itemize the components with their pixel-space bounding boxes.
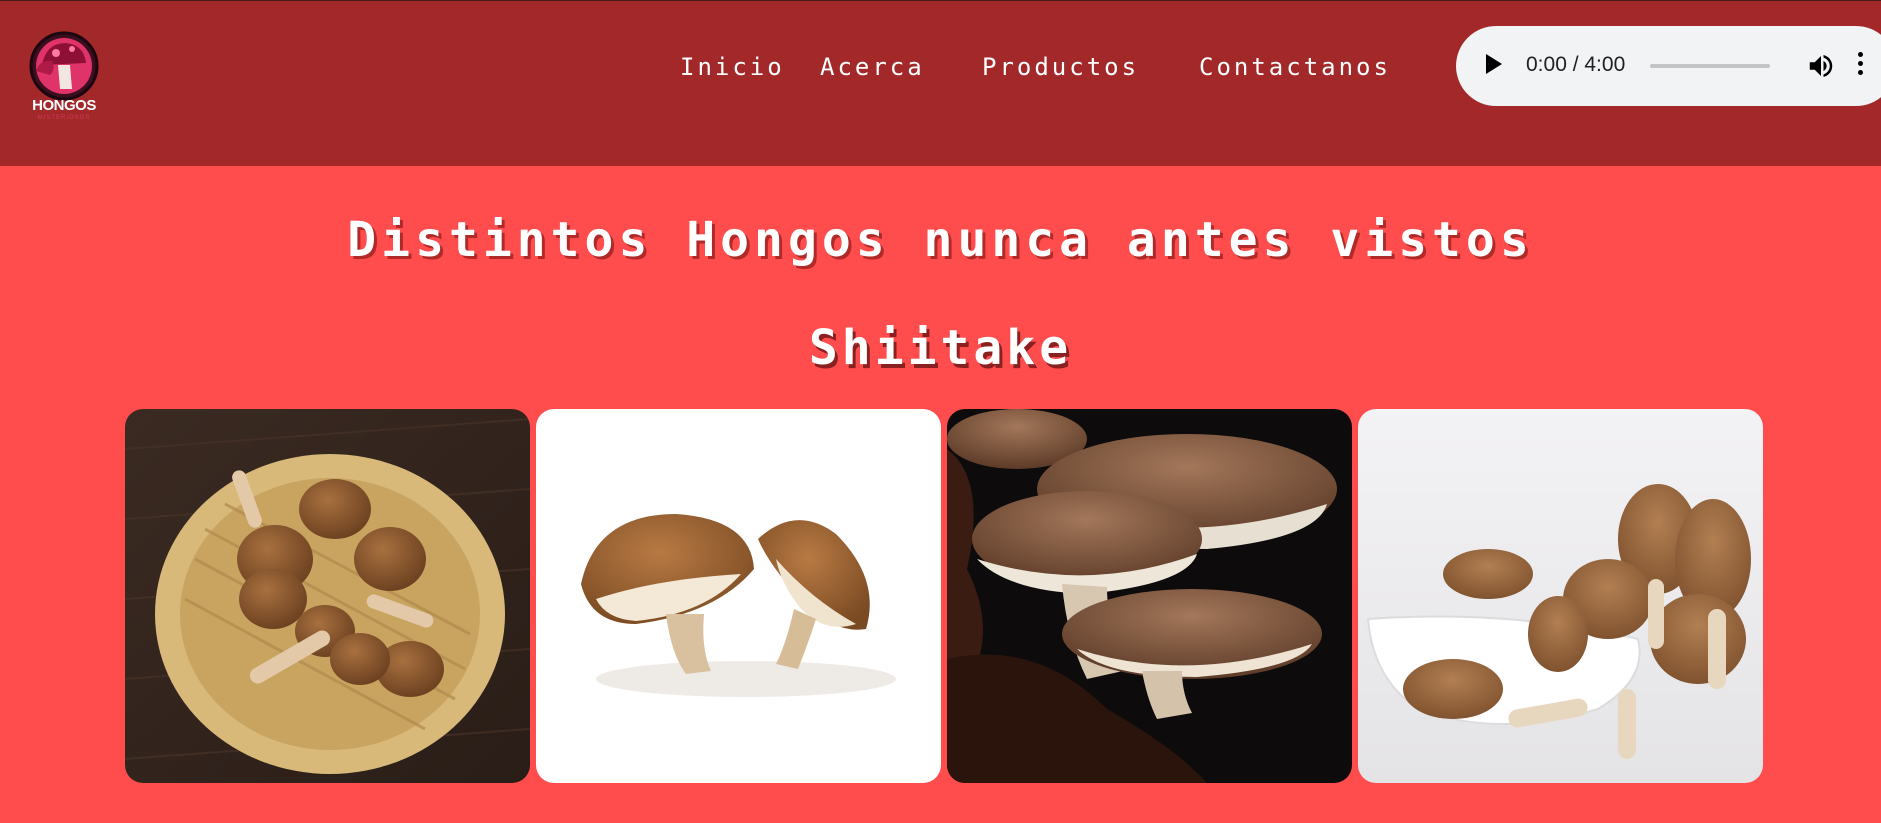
- audio-player: 0:00 / 4:00: [1456, 26, 1881, 106]
- shiitake-basket-photo: [125, 409, 530, 783]
- audio-progress-slider[interactable]: [1650, 64, 1770, 68]
- shiitake-bowl-photo: [1358, 409, 1763, 783]
- shiitake-white-photo: [536, 409, 941, 783]
- section-title: Shiitake: [808, 320, 1073, 376]
- nav-link-productos[interactable]: Productos: [982, 53, 1139, 81]
- mushroom-logo-icon: [29, 31, 99, 101]
- page-title: Distintos Hongos nunca antes vistos: [347, 212, 1534, 268]
- logo-subtext: MISTERIOSOS: [37, 115, 91, 121]
- volume-icon[interactable]: [1806, 51, 1836, 81]
- navbar: HONGOS MISTERIOSOS Inicio Acerca Product…: [0, 0, 1881, 166]
- site-logo[interactable]: HONGOS MISTERIOSOS: [26, 31, 102, 123]
- nav-link-contactanos[interactable]: Contactanos: [1199, 53, 1391, 81]
- nav-link-inicio[interactable]: Inicio: [680, 53, 785, 81]
- shiitake-dark-photo: [947, 409, 1352, 783]
- play-icon[interactable]: [1486, 54, 1502, 74]
- audio-time: 0:00 / 4:00: [1526, 53, 1626, 76]
- nav-link-acerca[interactable]: Acerca: [820, 53, 925, 81]
- more-options-icon[interactable]: [1858, 52, 1864, 79]
- logo-text: HONGOS: [32, 97, 96, 114]
